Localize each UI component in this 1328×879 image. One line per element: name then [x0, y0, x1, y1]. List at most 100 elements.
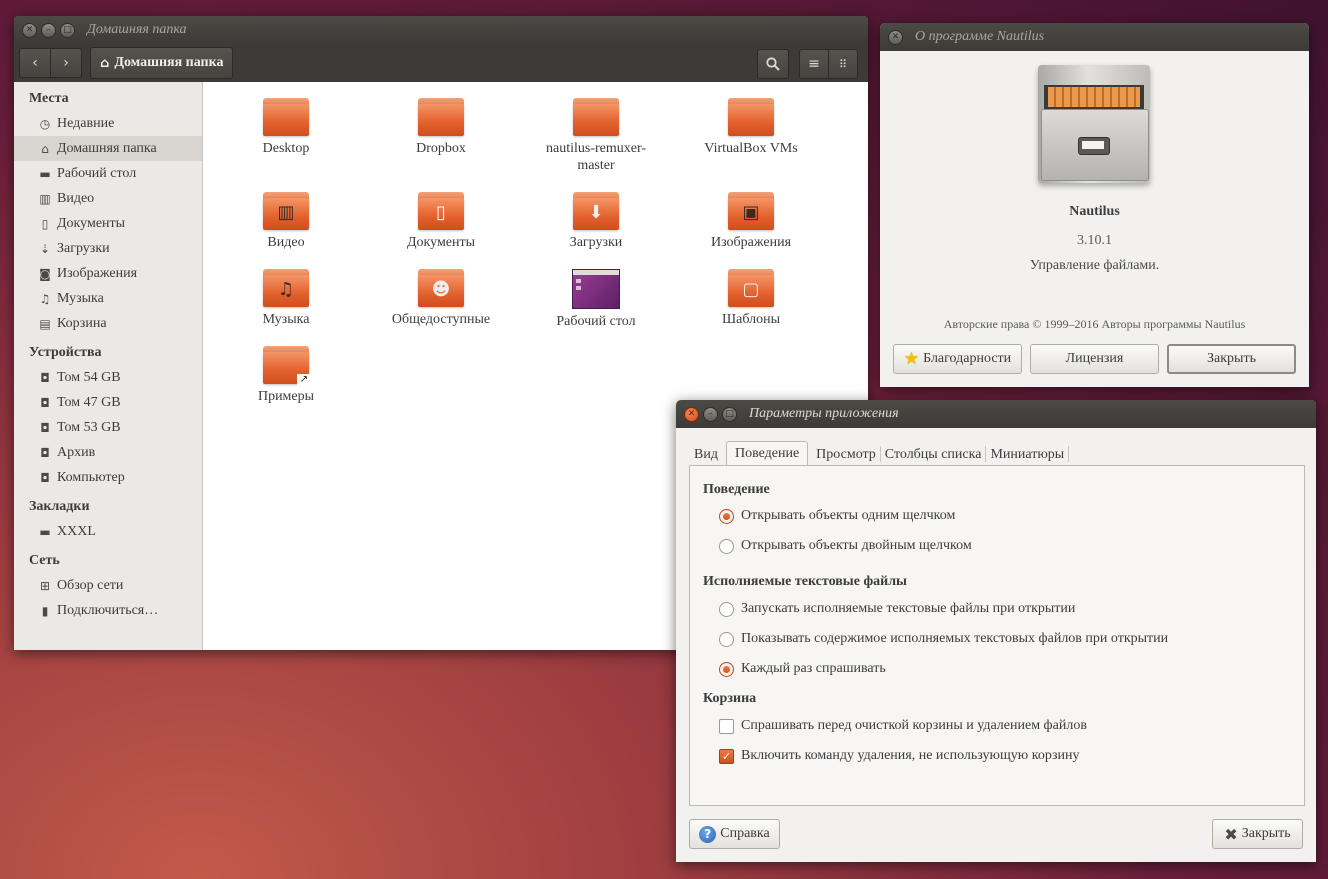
network-icon: ⊞ [39, 578, 51, 593]
prefs-close-button[interactable]: ✖ Закрыть [1212, 819, 1303, 849]
tab-view[interactable]: Вид [690, 443, 722, 466]
minimize-icon[interactable]: – [703, 406, 718, 422]
file-name: VirtualBox VMs [704, 141, 798, 156]
file-item-virtualbox[interactable]: VirtualBox VMs [676, 98, 826, 157]
sidebar-item-archive[interactable]: ◘ Архив [14, 440, 202, 465]
tab-list-columns[interactable]: Столбцы списка [881, 443, 986, 466]
tab-thumbnails[interactable]: Миниатюры [986, 443, 1068, 466]
prefs-title: Параметры приложения [749, 406, 899, 421]
sidebar-item-volume-53[interactable]: ◘ Том 53 GB [14, 415, 202, 440]
folder-icon [573, 98, 619, 136]
sidebar-item-bookmark-xxxl[interactable]: ▬ XXXL [14, 519, 202, 544]
prefs-titlebar[interactable]: ✕ – □ Параметры приложения [676, 400, 1316, 428]
grid-view-button[interactable]: ⠿ [828, 49, 858, 79]
preferences-dialog: ✕ – □ Параметры приложения Вид Поведение… [676, 400, 1316, 862]
delete-command-option[interactable]: ✓ Включить команду удаления, не использую… [719, 748, 1080, 764]
file-name: Изображения [710, 235, 792, 250]
radio-unselected[interactable] [719, 601, 734, 617]
sidebar-item-home[interactable]: ⌂ Домашняя папка [14, 136, 202, 161]
file-item-documents[interactable]: ▯ Документы [366, 192, 516, 251]
credits-button[interactable]: ★ Благодарности [893, 344, 1022, 374]
sidebar-item-label: Недавние [57, 115, 115, 131]
folder-icon [728, 98, 774, 136]
folder-icon: ▬ [39, 524, 51, 539]
file-item-desktop-ru[interactable]: Рабочий стол [521, 269, 671, 330]
template-icon: ▢ [742, 279, 760, 300]
sidebar-item-label: Компьютер [57, 469, 125, 485]
maximize-icon[interactable]: □ [722, 406, 737, 422]
sidebar-item-downloads[interactable]: ⇣ Загрузки [14, 236, 202, 261]
sidebar-item-trash[interactable]: ▤ Корзина [14, 311, 202, 336]
file-name: Dropbox [416, 141, 466, 156]
double-click-option[interactable]: Открывать объекты двойным щелчком [719, 538, 972, 554]
file-item-videos[interactable]: ▥ Видео [211, 192, 361, 251]
sidebar-header-network: Сеть [29, 553, 60, 568]
back-button[interactable]: ‹ [19, 48, 51, 78]
close-icon[interactable]: ✕ [888, 29, 903, 45]
file-name: Шаблоны [722, 312, 780, 327]
close-icon[interactable]: ✕ [22, 22, 37, 38]
checkbox-checked[interactable]: ✓ [719, 748, 734, 764]
sidebar-item-volume-47[interactable]: ◘ Том 47 GB [14, 390, 202, 415]
license-button[interactable]: Лицензия [1030, 344, 1159, 374]
sidebar-item-recent[interactable]: ◷ Недавние [14, 111, 202, 136]
exec-show-option[interactable]: Показывать содержимое исполняемых тексто… [719, 631, 1168, 647]
sidebar-item-desktop[interactable]: ▬ Рабочий стол [14, 161, 202, 186]
file-item-pictures[interactable]: ▣ Изображения [676, 192, 826, 251]
sidebar-item-browse-network[interactable]: ⊞ Обзор сети [14, 573, 202, 598]
sidebar-item-label: Корзина [57, 315, 107, 331]
prefs-body: Вид Поведение Просмотр Столбцы списка Ми… [676, 428, 1316, 862]
folder-icon [263, 98, 309, 136]
person-icon: ☻ [431, 279, 451, 300]
app-description: Управление файлами. [1029, 258, 1160, 273]
folder-documents-icon: ▯ [418, 192, 464, 230]
radio-selected[interactable] [719, 508, 734, 524]
tab-behavior[interactable]: Поведение [725, 441, 809, 466]
radio-unselected[interactable] [719, 631, 734, 647]
list-view-button[interactable]: ≡ [799, 49, 829, 79]
maximize-icon[interactable]: □ [60, 22, 75, 38]
sidebar-item-music[interactable]: ♫ Музыка [14, 286, 202, 311]
radio-unselected[interactable] [719, 538, 734, 554]
close-button[interactable]: Закрыть [1167, 344, 1296, 374]
search-button[interactable] [757, 49, 789, 79]
sidebar-item-volume-54[interactable]: ◘ Том 54 GB [14, 365, 202, 390]
radio-selected[interactable] [719, 661, 734, 677]
sidebar-item-label: Том 47 GB [57, 394, 121, 410]
sidebar-item-documents[interactable]: ▯ Документы [14, 211, 202, 236]
minimize-icon[interactable]: – [41, 22, 56, 38]
forward-button[interactable]: › [51, 48, 82, 78]
single-click-option[interactable]: Открывать объекты одним щелчком [719, 508, 955, 524]
close-x-icon: ✖ [1224, 824, 1238, 844]
exec-run-option[interactable]: Запускать исполняемые текстовые файлы пр… [719, 601, 1075, 617]
sidebar-item-computer[interactable]: ◘ Компьютер [14, 465, 202, 490]
file-item-desktop[interactable]: Desktop [211, 98, 361, 157]
help-button[interactable]: ? Справка [689, 819, 780, 849]
checkbox-unchecked[interactable] [719, 718, 734, 734]
sidebar-item-videos[interactable]: ▥ Видео [14, 186, 202, 211]
home-icon: ⌂ [100, 55, 110, 71]
trash-confirm-option[interactable]: Спрашивать перед очисткой корзины и удал… [719, 718, 1087, 734]
list-icon: ≡ [808, 56, 820, 72]
file-item-downloads[interactable]: ⬇ Загрузки [521, 192, 671, 251]
sidebar-item-label: Подключиться… [57, 602, 159, 618]
file-item-dropbox[interactable]: Dropbox [366, 98, 516, 157]
file-item-public[interactable]: ☻ Общедоступные [366, 269, 516, 328]
file-item-templates[interactable]: ▢ Шаблоны [676, 269, 826, 328]
app-name: Nautilus [1069, 204, 1120, 219]
drive-icon: ◘ [40, 370, 50, 385]
document-icon: ▯ [436, 202, 446, 223]
drive-icon: ◘ [40, 470, 50, 485]
sidebar-item-connect-server[interactable]: ▮ Подключиться… [14, 598, 202, 623]
file-item-music[interactable]: ♫ Музыка [211, 269, 361, 328]
sidebar-item-pictures[interactable]: ◙ Изображения [14, 261, 202, 286]
exec-ask-option[interactable]: Каждый раз спрашивать [719, 661, 886, 677]
close-icon[interactable]: ✕ [684, 406, 699, 422]
path-bar-home-button[interactable]: ⌂ Домашняя папка [90, 47, 234, 79]
file-item-nautilus-remuxer[interactable]: nautilus-remuxer-master [521, 98, 671, 174]
about-titlebar[interactable]: ✕ О программе Nautilus [880, 23, 1309, 51]
file-item-examples[interactable]: ↗ Примеры [211, 346, 361, 405]
folder-music-icon: ♫ [263, 269, 309, 307]
tab-preview[interactable]: Просмотр [812, 443, 880, 466]
main-titlebar[interactable]: ✕ – □ Домашняя папка [14, 16, 868, 44]
